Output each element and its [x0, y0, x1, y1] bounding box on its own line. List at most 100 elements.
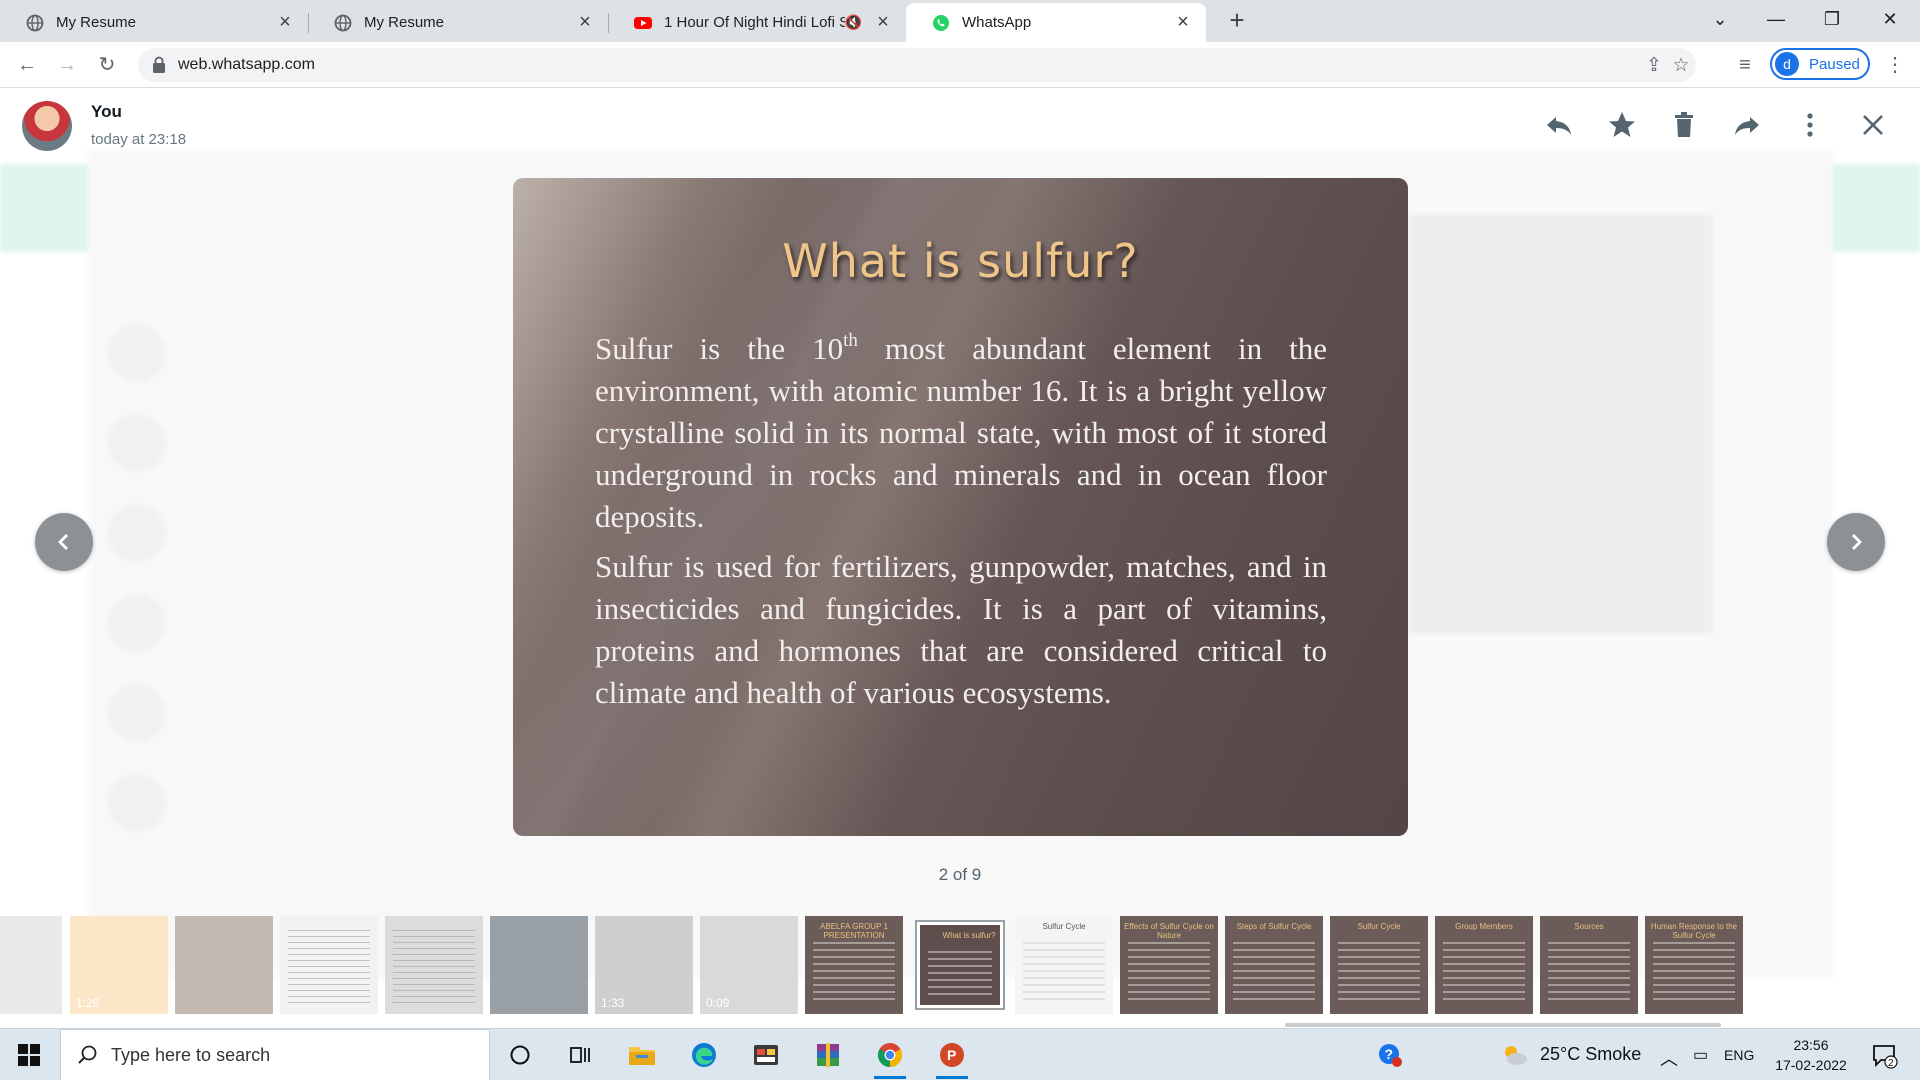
windows-start-icon[interactable] [18, 1044, 40, 1066]
taskbar-search-box[interactable]: Type here to search [60, 1029, 490, 1080]
app-grid-icon[interactable] [748, 1038, 784, 1072]
minimize-button[interactable]: — [1748, 0, 1804, 40]
speaker-muted-icon[interactable]: 🔇 [845, 14, 862, 31]
forward-button[interactable]: → [52, 50, 82, 80]
thumbnail-title: What is sulfur? [942, 931, 996, 940]
windows-taskbar: Type here to search P ? 25°C Smoke ︿ ▭ E… [0, 1028, 1920, 1080]
media-thumbnail[interactable] [280, 916, 378, 1014]
media-thumbnail[interactable]: 1:26 [70, 916, 168, 1014]
sync-status: Paused [1809, 55, 1860, 73]
more-icon[interactable] [1794, 109, 1826, 141]
chevron-left-icon [58, 534, 68, 550]
thumbnail-text-lines [1023, 942, 1105, 1004]
media-counter: 2 of 9 [938, 865, 982, 884]
media-thumbnail[interactable]: 0:09 [700, 916, 798, 1014]
tab-title: WhatsApp [962, 14, 1032, 31]
cortana-icon[interactable] [502, 1038, 538, 1072]
back-button[interactable]: ← [12, 50, 42, 80]
tab-close-icon[interactable]: × [276, 11, 294, 34]
forward-icon[interactable] [1731, 109, 1763, 141]
tab-youtube-lofi[interactable]: 1 Hour Of Night Hindi Lofi Songs 🔇 × [608, 3, 906, 42]
background-row [100, 404, 520, 484]
thumbnail-title: Steps of Sulfur Cycle [1236, 922, 1312, 931]
thumbnail-text-lines [1653, 942, 1735, 1004]
new-tab-button[interactable]: + [1222, 6, 1252, 36]
viewer-header: You today at 23:18 [0, 89, 1920, 159]
media-thumbnail[interactable]: What is sulfur? [915, 920, 1005, 1010]
thumbnail-text-lines [1338, 942, 1420, 1004]
star-icon[interactable] [1606, 109, 1638, 141]
background-row [100, 314, 520, 394]
edge-icon[interactable] [686, 1038, 722, 1072]
bookmark-star-icon[interactable]: ☆ [1669, 54, 1693, 78]
media-thumbnail[interactable] [0, 916, 62, 1014]
chrome-taskbar-icon[interactable] [872, 1038, 908, 1079]
slide-title: What is sulfur? [782, 234, 1139, 288]
tab-whatsapp[interactable]: WhatsApp × [906, 3, 1206, 42]
language-indicator[interactable]: ENG [1724, 1047, 1754, 1063]
window-close-button[interactable]: ✕ [1862, 0, 1918, 40]
media-thumbnail[interactable]: 1:33 [595, 916, 693, 1014]
close-icon[interactable] [1857, 109, 1889, 141]
tab-search-chevron-icon[interactable]: ⌄ [1692, 0, 1748, 40]
reload-button[interactable]: ↻ [92, 50, 122, 80]
svg-text:?: ? [1385, 1046, 1394, 1062]
tab-close-icon[interactable]: × [576, 11, 594, 34]
tab-close-icon[interactable]: × [874, 11, 892, 34]
sender-name: You [91, 102, 122, 121]
avatar[interactable] [22, 101, 72, 151]
reply-icon[interactable] [1543, 109, 1575, 141]
media-image-slide[interactable]: What is sulfur? Sulfur is the 10th most … [513, 178, 1408, 836]
thumbnail-text-lines [813, 942, 895, 1004]
globe-icon [334, 14, 352, 31]
tab-my-resume-1[interactable]: My Resume × [0, 3, 308, 42]
media-thumbnail[interactable] [490, 916, 588, 1014]
weather-icon[interactable] [1496, 1038, 1532, 1072]
powerpoint-taskbar-icon[interactable]: P [934, 1038, 970, 1079]
share-icon[interactable]: ⇪ [1642, 54, 1666, 78]
background-row [100, 764, 520, 844]
meet-now-icon[interactable]: ▭ [1693, 1045, 1708, 1065]
background-row [100, 494, 520, 574]
video-duration: 0:09 [706, 996, 730, 1010]
message-timestamp: today at 23:18 [91, 131, 187, 148]
superscript: th [843, 330, 858, 351]
background-media-grid [1408, 214, 1713, 634]
task-view-icon[interactable] [562, 1038, 598, 1072]
taskbar-clock[interactable]: 23:56 17-02-2022 [1765, 1035, 1857, 1075]
thumbnail-scrollbar[interactable] [1285, 1023, 1721, 1027]
lock-icon [153, 56, 165, 73]
media-thumbnail[interactable]: Human Response to the Sulfur Cycle [1645, 916, 1743, 1014]
media-thumbnail[interactable]: Sources [1540, 916, 1638, 1014]
restore-button[interactable]: ❐ [1804, 0, 1860, 40]
tray-chevron-up-icon[interactable]: ︿ [1660, 1045, 1678, 1071]
tab-strip: My Resume × My Resume × 1 Hour Of Night … [0, 0, 1920, 42]
notification-center-icon[interactable]: 2 [1866, 1038, 1902, 1072]
chrome-menu-icon[interactable]: ⋮ [1880, 50, 1910, 80]
reading-list-icon[interactable]: ≡ [1730, 50, 1760, 80]
media-thumbnail[interactable] [175, 916, 273, 1014]
youtube-icon [634, 16, 652, 29]
weather-text[interactable]: 25°C Smoke [1540, 1044, 1641, 1065]
winrar-icon[interactable] [810, 1038, 846, 1072]
address-bar[interactable]: web.whatsapp.com ⇪ ☆ [138, 48, 1696, 82]
file-explorer-icon[interactable] [624, 1038, 660, 1072]
tab-my-resume-2[interactable]: My Resume × [308, 3, 608, 42]
thumbnail-text-lines [1233, 942, 1315, 1004]
search-icon [78, 1045, 97, 1064]
media-thumbnail[interactable]: Group Members [1435, 916, 1533, 1014]
previous-media-button[interactable] [35, 513, 93, 571]
media-thumbnail[interactable]: Sulfur Cycle [1330, 916, 1428, 1014]
media-thumbnail[interactable]: ABELFA GROUP 1 PRESENTATION [805, 916, 903, 1014]
paragraph-text: Sulfur is the 10 [595, 331, 844, 366]
help-notification-icon[interactable]: ? [1372, 1038, 1408, 1072]
thumbnail-text-lines [928, 951, 992, 995]
profile-button[interactable]: d Paused [1770, 48, 1870, 80]
media-thumbnail[interactable]: Effects of Sulfur Cycle on Nature [1120, 916, 1218, 1014]
tab-close-icon[interactable]: × [1174, 11, 1192, 34]
media-thumbnail[interactable]: Steps of Sulfur Cycle [1225, 916, 1323, 1014]
media-thumbnail[interactable] [385, 916, 483, 1014]
delete-icon[interactable] [1668, 109, 1700, 141]
media-thumbnail[interactable]: Sulfur Cycle [1015, 916, 1113, 1014]
next-media-button[interactable] [1827, 513, 1885, 571]
